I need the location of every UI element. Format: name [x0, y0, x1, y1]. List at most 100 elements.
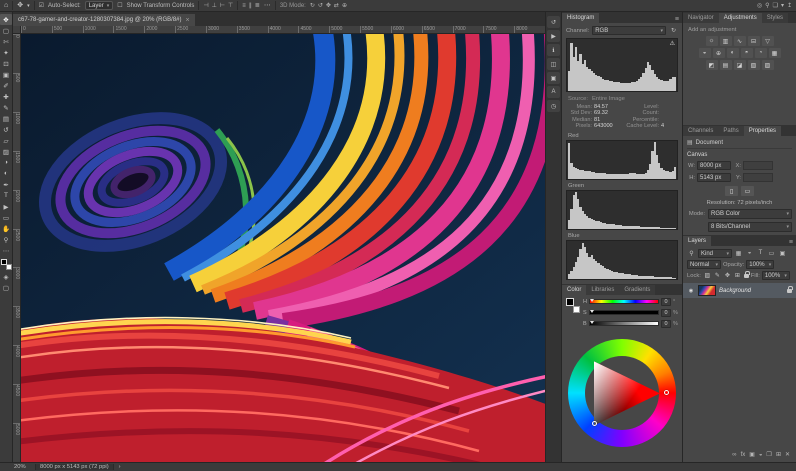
- bit-depth-dropdown[interactable]: 8 Bits/Channel ▾: [708, 222, 792, 232]
- panel-menu-icon[interactable]: ≡: [672, 16, 682, 23]
- tool-gradient[interactable]: ▨: [0, 146, 12, 157]
- filter-adjustment-layers-icon[interactable]: ◒: [745, 250, 754, 257]
- distribute-horizontal-icon[interactable]: ∥: [249, 2, 252, 9]
- home-icon[interactable]: ⌂: [4, 1, 8, 11]
- adj-black-white-icon[interactable]: ◐: [727, 48, 739, 58]
- tab-gradients[interactable]: Gradients: [619, 285, 655, 295]
- filter-type-icon[interactable]: ⚲: [687, 250, 696, 257]
- adj-exposure-icon[interactable]: ⊟: [748, 36, 760, 46]
- lock-artboard-icon[interactable]: ⊞: [733, 272, 742, 279]
- 3d-dolly-icon[interactable]: ⊕: [342, 2, 347, 9]
- tab-histogram[interactable]: Histogram: [562, 13, 599, 23]
- layer-visibility-icon[interactable]: ◉: [687, 288, 695, 294]
- lock-all-icon[interactable]: [744, 274, 749, 278]
- show-transform-checkbox[interactable]: ☐: [117, 2, 122, 9]
- quick-mask-icon[interactable]: ◈: [0, 271, 12, 282]
- tab-layers[interactable]: Layers: [683, 236, 711, 246]
- tool-magic-wand[interactable]: ✦: [0, 47, 12, 58]
- search-icon[interactable]: ⚲: [765, 2, 769, 9]
- screen-mode-icon[interactable]: ▢: [0, 282, 12, 293]
- tool-brush[interactable]: ✎: [0, 102, 12, 113]
- mode-dropdown[interactable]: RGB Color ▾: [708, 209, 792, 219]
- adj-curves-icon[interactable]: ∿: [734, 36, 746, 46]
- 3d-roll-icon[interactable]: ↺: [318, 2, 323, 9]
- adj-brightness-contrast-icon[interactable]: ☼: [706, 36, 718, 46]
- color-wheel[interactable]: [568, 339, 676, 447]
- tab-color[interactable]: Color: [562, 285, 586, 295]
- channel-dropdown[interactable]: RGB ▾: [592, 26, 666, 35]
- auto-select-checkbox[interactable]: ☑: [39, 2, 44, 9]
- tool-hand[interactable]: ✋: [0, 223, 12, 234]
- tool-blur[interactable]: ◑: [0, 157, 12, 168]
- tab-properties[interactable]: Properties: [744, 126, 781, 136]
- tool-preset-caret-icon[interactable]: ▾: [27, 1, 30, 11]
- align-center-h-icon[interactable]: ⊥: [212, 2, 217, 9]
- actions-panel-icon[interactable]: ▶: [547, 30, 560, 42]
- adj-photo-filter-icon[interactable]: ◓: [741, 48, 753, 58]
- lock-pixels-icon[interactable]: ✎: [713, 272, 722, 279]
- tab-styles[interactable]: Styles: [762, 13, 788, 23]
- tool-path-selection[interactable]: ▶: [0, 201, 12, 212]
- tool-history-brush[interactable]: ↺: [0, 124, 12, 135]
- saturation-slider[interactable]: [589, 310, 659, 315]
- move-tool-preset-icon[interactable]: ✥: [17, 1, 23, 11]
- align-right-icon[interactable]: ⊢: [220, 2, 225, 9]
- filter-smart-objects-icon[interactable]: ▣: [778, 250, 787, 257]
- 3d-pan-icon[interactable]: ✥: [326, 2, 331, 9]
- tool-type[interactable]: T: [0, 190, 12, 201]
- uncached-refresh-icon[interactable]: ↻: [669, 27, 678, 34]
- tool-healing-brush[interactable]: ✚: [0, 91, 12, 102]
- background-color-swatch[interactable]: [573, 306, 580, 313]
- adj-hue-saturation-icon[interactable]: ◒: [699, 48, 711, 58]
- foreground-color-swatch[interactable]: [566, 298, 574, 306]
- align-top-icon[interactable]: ⊤: [228, 2, 233, 9]
- height-field[interactable]: 5143 px: [697, 173, 731, 182]
- width-field[interactable]: 8000 px: [697, 161, 731, 170]
- color-swatches[interactable]: [0, 258, 13, 271]
- tool-dodge[interactable]: ◐: [0, 168, 12, 179]
- adj-threshold-icon[interactable]: ◪: [734, 60, 746, 70]
- adj-selective-color-icon[interactable]: ▨: [762, 60, 774, 70]
- tool-move[interactable]: ✥: [0, 14, 12, 25]
- distribute-vertical-icon[interactable]: ≡: [242, 3, 246, 9]
- adj-vibrance-icon[interactable]: ▽: [762, 36, 774, 46]
- adj-invert-icon[interactable]: ◩: [706, 60, 718, 70]
- libraries-panel-icon[interactable]: ◫: [547, 58, 560, 70]
- fill-field[interactable]: 100% ▾: [762, 271, 790, 280]
- brightness-slider[interactable]: [589, 321, 659, 326]
- more-options-icon[interactable]: ⋯: [264, 1, 271, 11]
- portrait-orientation-button[interactable]: ▯: [725, 186, 738, 196]
- clone-source-panel-icon[interactable]: ▣: [547, 72, 560, 84]
- close-icon[interactable]: ×: [186, 17, 190, 24]
- history-panel-icon[interactable]: ↺: [547, 16, 560, 28]
- canvas[interactable]: [21, 34, 545, 462]
- tab-adjustments[interactable]: Adjustments: [719, 13, 762, 23]
- 3d-orbit-icon[interactable]: ↻: [310, 2, 315, 9]
- adj-posterize-icon[interactable]: ▤: [720, 60, 732, 70]
- tool-crop[interactable]: ⊡: [0, 58, 12, 69]
- layer-lock-icon[interactable]: [787, 289, 792, 293]
- adj-gradient-map-icon[interactable]: ▧: [748, 60, 760, 70]
- color-panel-swatches[interactable]: [566, 298, 580, 313]
- adj-channel-mixer-icon[interactable]: ◔: [755, 48, 767, 58]
- tool-rectangle[interactable]: ▭: [0, 212, 12, 223]
- horizontal-ruler[interactable]: 0500100015002000250030003500400045005000…: [21, 26, 545, 34]
- lock-position-icon[interactable]: ✥: [723, 272, 732, 279]
- new-layer-icon[interactable]: ⊞: [776, 451, 781, 458]
- layer-filter-dropdown[interactable]: Kind ▾: [698, 249, 732, 258]
- saturation-value[interactable]: 0: [661, 309, 671, 317]
- status-chevron-icon[interactable]: ›: [119, 464, 121, 470]
- zoom-level-field[interactable]: 20%: [14, 464, 30, 470]
- layer-row-background[interactable]: ◉ Background: [683, 283, 796, 298]
- share-user-icon[interactable]: ◎: [757, 2, 762, 9]
- panel-menu-icon[interactable]: ≡: [786, 239, 796, 246]
- tool-pen[interactable]: ✒: [0, 179, 12, 190]
- lock-transparent-icon[interactable]: ▨: [703, 272, 712, 279]
- tool-marquee[interactable]: ▢: [0, 25, 12, 36]
- cached-data-warning-icon[interactable]: ⚠: [670, 40, 675, 47]
- hue-slider[interactable]: [589, 299, 659, 304]
- blend-mode-dropdown[interactable]: Normal ▾: [687, 260, 721, 269]
- layer-thumbnail[interactable]: [698, 285, 716, 296]
- filter-pixel-layers-icon[interactable]: ▦: [734, 250, 743, 257]
- link-layers-icon[interactable]: ∞: [732, 452, 736, 458]
